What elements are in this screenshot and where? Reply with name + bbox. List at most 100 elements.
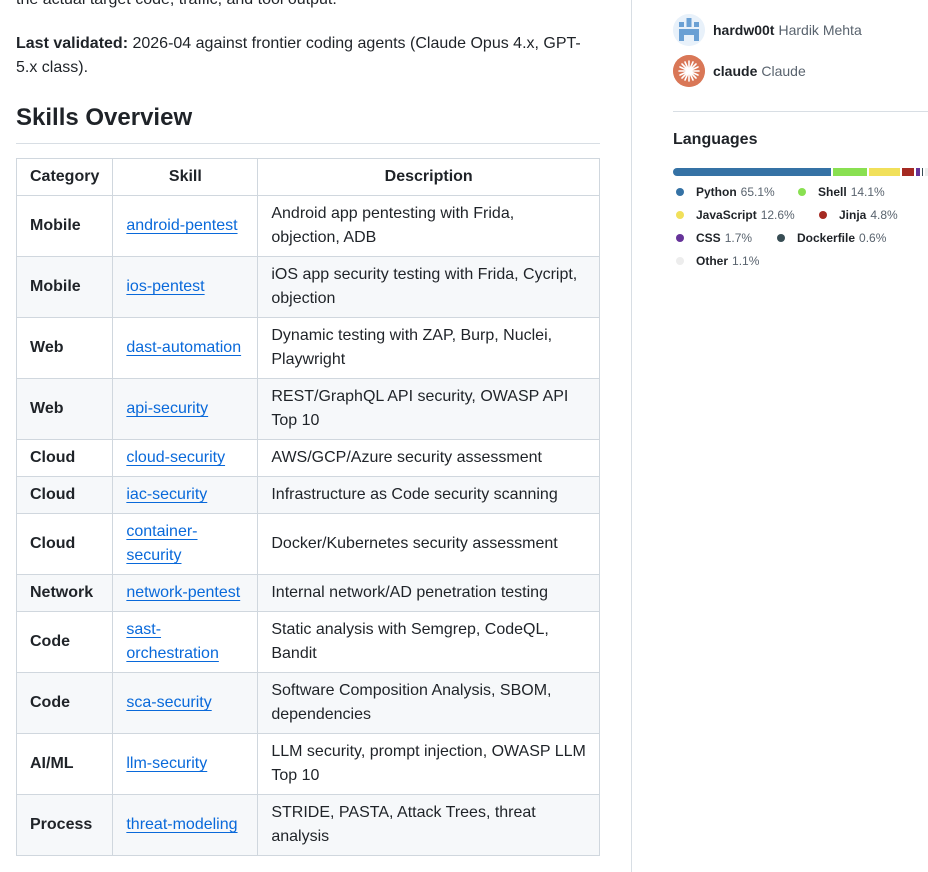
language-name: JavaScript [696, 208, 757, 222]
row-skill-cell: sast-orchestration [112, 611, 259, 673]
language-bar-segment[interactable] [869, 168, 901, 176]
row-category: Cloud [15, 513, 114, 575]
language-item[interactable]: Dockerfile 0.6% [774, 228, 886, 248]
language-dot-icon [819, 211, 827, 219]
row-category: Cloud [15, 439, 114, 477]
row-category: Cloud [15, 476, 114, 514]
skill-link[interactable]: sca-security [126, 694, 211, 711]
table-row: Cloud iac-security Infrastructure as Code … [15, 476, 600, 514]
table-row: Cloud cloud-security AWS/GCP/Azure securit… [15, 439, 600, 477]
header-skill: Skill [112, 158, 259, 196]
language-name: Jinja [839, 208, 867, 222]
table-row: Network network-pentest Internal network/A… [15, 574, 600, 612]
language-item[interactable]: Other 1.1% [673, 251, 759, 271]
skill-link[interactable]: iac-security [126, 486, 207, 503]
readme-panel: the actual target code, traffic, and too… [0, 0, 632, 872]
skill-link[interactable]: ios-pentest [126, 278, 204, 295]
language-row: CSS 1.7% Dockerfile 0.6% [673, 228, 928, 251]
contributor-claude[interactable]: claude Claude [673, 55, 806, 87]
language-dot-icon [798, 188, 806, 196]
language-dot-icon [676, 211, 684, 219]
contributor-login[interactable]: claude [713, 63, 757, 79]
table-row: Web dast-automation Dynamic testing with Z… [15, 317, 600, 379]
skill-link[interactable]: cloud-security [126, 449, 225, 466]
row-skill-cell: cloud-security [112, 439, 259, 477]
language-bar-segment[interactable] [673, 168, 832, 176]
row-skill-cell: iac-security [112, 476, 259, 514]
row-category: Mobile [15, 256, 114, 318]
language-bar-segment[interactable] [921, 168, 924, 176]
row-category: Code [15, 611, 114, 673]
table-row: Mobile ios-pentest iOS app security testin… [15, 256, 600, 318]
row-skill-cell: network-pentest [112, 574, 259, 612]
skill-link[interactable]: sast-orchestration [126, 621, 219, 662]
language-name: Python [696, 185, 737, 199]
language-bar-segment[interactable] [915, 168, 920, 176]
skill-link[interactable]: api-security [126, 400, 208, 417]
skill-link[interactable]: threat-modeling [126, 816, 237, 833]
row-description: REST/GraphQL API security, OWASP API Top… [257, 378, 600, 440]
language-percent: 12.6% [760, 208, 795, 222]
skills-table: Category Skill Description Mobile android… [15, 158, 600, 856]
row-skill-cell: threat-modeling [112, 794, 259, 856]
row-category: Web [15, 378, 114, 440]
row-skill-cell: container-security [112, 513, 259, 575]
languages-heading: Languages [673, 131, 758, 148]
language-item[interactable]: JavaScript 12.6% [673, 205, 795, 225]
identicon-avatar-icon[interactable] [673, 14, 705, 46]
contributor-name: Hardik Mehta [778, 22, 862, 38]
language-item[interactable]: CSS 1.7% [673, 228, 752, 248]
row-description: STRIDE, PASTA, Attack Trees, threat anal… [257, 794, 600, 856]
language-item[interactable]: Jinja 4.8% [816, 205, 898, 225]
table-header-row: Category Skill Description [15, 158, 600, 196]
repo-sidebar: hardw00t Hardik Mehta claude Claude Lang… [632, 0, 928, 872]
row-skill-cell: api-security [112, 378, 259, 440]
language-item[interactable]: Python 65.1% [673, 182, 775, 202]
row-skill-cell: llm-security [112, 733, 259, 795]
contributor-hardw00t[interactable]: hardw00t Hardik Mehta [673, 14, 862, 46]
language-dot-icon [676, 234, 684, 242]
skill-link[interactable]: network-pentest [126, 584, 240, 601]
row-description: Infrastructure as Code security scanning [257, 476, 600, 514]
language-percent: 1.1% [732, 254, 760, 268]
language-percent: 1.7% [724, 231, 753, 245]
languages-list: Python 65.1% Shell 14.1% JavaScript 12.6% Jinj… [673, 182, 928, 274]
row-skill-cell: android-pentest [112, 195, 259, 257]
row-description: AWS/GCP/Azure security assessment [257, 439, 600, 477]
skills-overview-heading: Skills Overview [16, 102, 600, 144]
last-validated-label: Last validated: [16, 35, 129, 52]
skill-link[interactable]: container-security [126, 523, 197, 564]
row-description: Dynamic testing with ZAP, Burp, Nuclei, … [257, 317, 600, 379]
language-row: Python 65.1% Shell 14.1% [673, 182, 928, 205]
language-row: JavaScript 12.6% Jinja 4.8% [673, 205, 928, 228]
skill-link[interactable]: android-pentest [126, 217, 237, 234]
language-item[interactable]: Shell 14.1% [795, 182, 885, 202]
skill-link[interactable]: llm-security [126, 755, 207, 772]
row-category: Code [15, 672, 114, 734]
claude-starburst-avatar-icon[interactable] [673, 55, 705, 87]
row-category: Mobile [15, 195, 114, 257]
row-description: LLM security, prompt injection, OWASP LL… [257, 733, 600, 795]
row-category: Process [15, 794, 114, 856]
table-row: Process threat-modeling STRIDE, PASTA, Att… [15, 794, 600, 856]
contributor-name: Claude [761, 63, 806, 79]
language-bar-segment[interactable] [833, 168, 868, 176]
contributor-login[interactable]: hardw00t [713, 22, 774, 38]
row-category: Web [15, 317, 114, 379]
table-row: Code sca-security Software Composition Ana… [15, 672, 600, 734]
header-category: Category [15, 158, 114, 196]
row-skill-cell: ios-pentest [112, 256, 259, 318]
language-percent: 14.1% [850, 185, 885, 199]
language-percent: 4.8% [870, 208, 898, 222]
row-description: iOS app security testing with Frida, Cyc… [257, 256, 600, 318]
skill-link[interactable]: dast-automation [126, 339, 241, 356]
language-name: Other [696, 254, 729, 268]
table-row: AI/ML llm-security LLM security, prompt in… [15, 733, 600, 795]
row-category: AI/ML [15, 733, 114, 795]
language-name: CSS [696, 231, 721, 245]
row-description: Internal network/AD penetration testing [257, 574, 600, 612]
language-bar-segment[interactable] [902, 168, 914, 176]
table-row: Cloud container-security Docker/Kubernetes… [15, 513, 600, 575]
sidebar-divider [673, 111, 928, 112]
language-dot-icon [676, 188, 684, 196]
